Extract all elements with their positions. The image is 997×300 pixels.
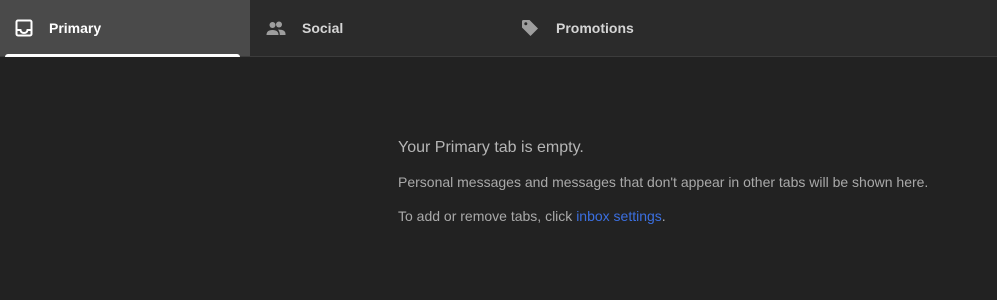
category-tabs: Primary Social Promotions	[0, 0, 997, 57]
settings-hint-prefix: To add or remove tabs, click	[398, 208, 577, 224]
settings-hint-suffix: .	[661, 208, 666, 224]
tab-social[interactable]: Social	[250, 0, 503, 56]
people-icon	[266, 18, 286, 38]
tab-social-label: Social	[302, 20, 344, 36]
selected-tab-indicator	[5, 54, 240, 57]
empty-state-description: Personal messages and messages that don'…	[398, 174, 929, 190]
tab-primary[interactable]: Primary	[0, 0, 250, 57]
tab-promotions-label: Promotions	[556, 20, 634, 36]
empty-state-title: Your Primary tab is empty.	[398, 139, 584, 156]
empty-state-settings-hint: To add or remove tabs, click inbox setti…	[398, 207, 928, 225]
inbox-icon	[14, 18, 34, 38]
tab-promotions[interactable]: Promotions	[503, 0, 997, 56]
inbox-settings-link[interactable]: inbox settings	[576, 208, 662, 224]
empty-state: Your Primary tab is empty. Personal mess…	[398, 138, 928, 225]
tag-icon	[520, 18, 540, 38]
tab-primary-label: Primary	[49, 20, 102, 36]
